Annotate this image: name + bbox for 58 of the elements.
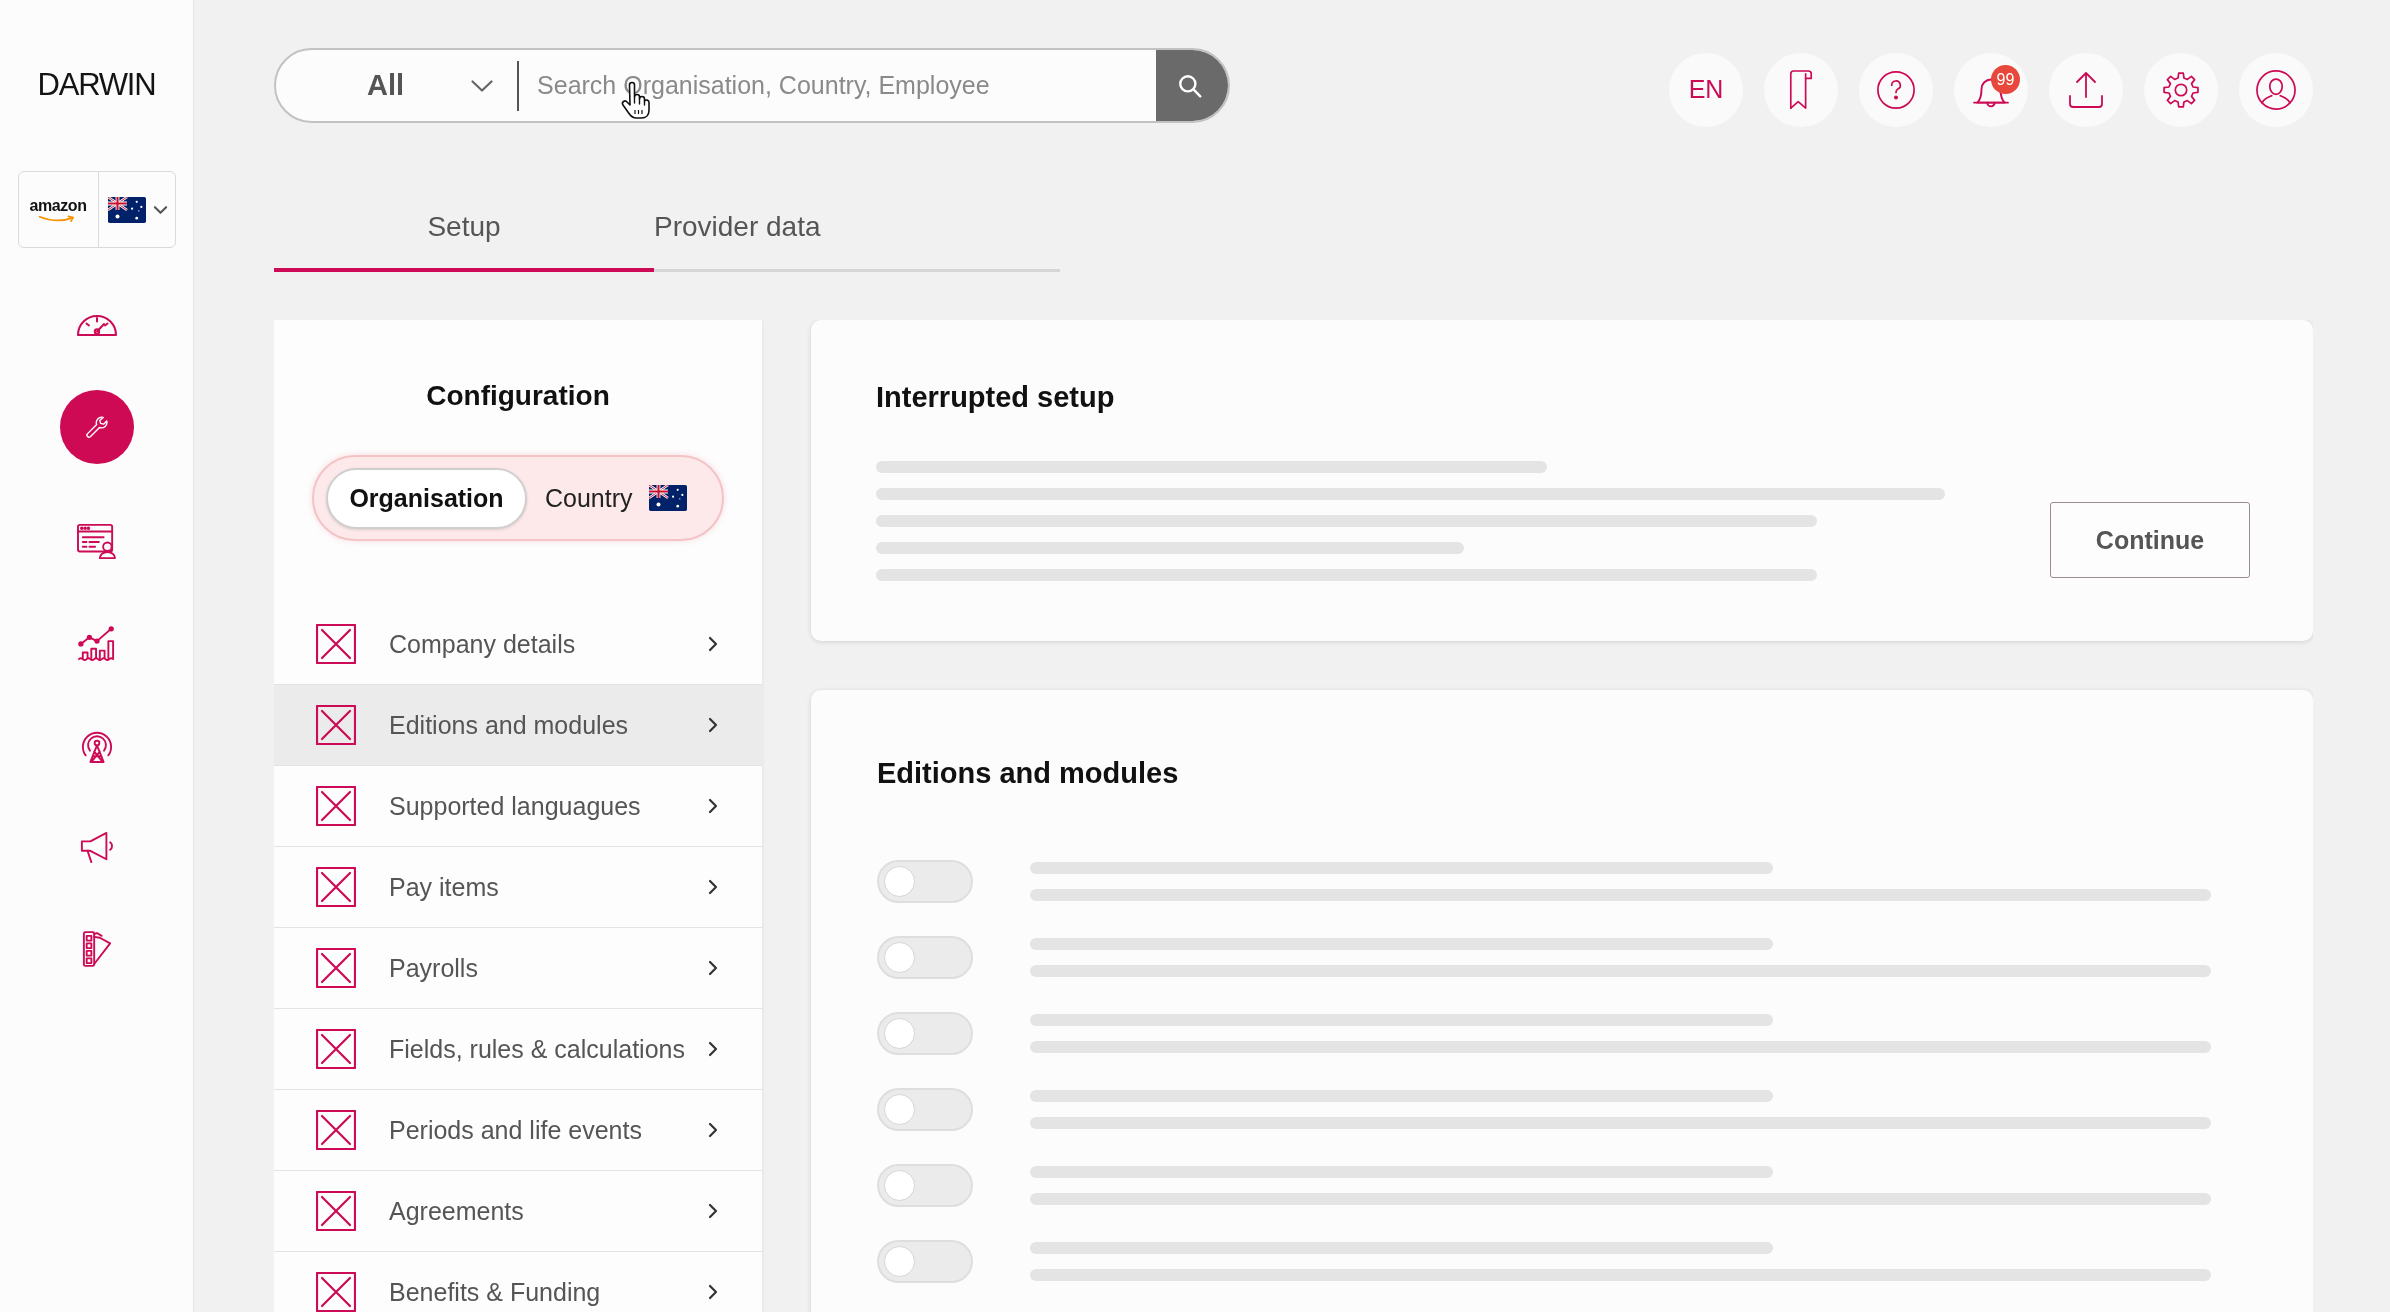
- notifications-button[interactable]: 99: [1954, 52, 2028, 127]
- search-bar[interactable]: All Search Organisation, Country, Employee: [274, 48, 1230, 123]
- config-menu-item[interactable]: Agreements: [274, 1171, 762, 1252]
- tab[interactable]: Setup: [274, 185, 654, 272]
- browser-user-icon: [76, 522, 117, 560]
- config-menu-item[interactable]: Fields, rules & calculations: [274, 1009, 762, 1090]
- toggle-switch[interactable]: [877, 860, 973, 903]
- chevron-right-icon: [708, 1041, 718, 1057]
- gauge-icon: [75, 313, 118, 337]
- user-icon: [2256, 69, 2296, 110]
- bookmark-icon: [1788, 69, 1814, 110]
- tab[interactable]: Provider data: [654, 185, 821, 272]
- organisation-picker[interactable]: amazon: [17, 171, 176, 248]
- flag-icon: [648, 485, 687, 511]
- settings-icon: [2162, 70, 2200, 109]
- language-button[interactable]: EN: [1669, 52, 1743, 127]
- config-menu-item[interactable]: Company details: [274, 604, 762, 685]
- config-menu-item[interactable]: Editions and modules: [274, 685, 762, 766]
- panel-title: Configuration: [425, 379, 611, 413]
- scope-option[interactable]: Country: [527, 467, 705, 529]
- card-title: Editions and modules: [877, 756, 1180, 791]
- chart-icon: [76, 625, 117, 661]
- search-field[interactable]: Search Organisation, Country, Employee: [537, 50, 1156, 121]
- chevron-right-icon: [708, 717, 718, 733]
- chevron-down-icon: [471, 79, 494, 92]
- help-icon: [1876, 69, 1916, 110]
- config-menu-item[interactable]: Supported languagues: [274, 766, 762, 847]
- toggle-switch[interactable]: [877, 1164, 973, 1207]
- company-logo: amazon: [18, 197, 98, 222]
- config-menu-item[interactable]: Payrolls: [274, 928, 762, 1009]
- continue-button[interactable]: Continue: [2050, 502, 2250, 578]
- chevron-right-icon: [708, 1203, 718, 1219]
- card-title: Interrupted setup: [876, 380, 1116, 415]
- chevron-right-icon: [708, 798, 718, 814]
- config-menu-item[interactable]: Periods and life events: [274, 1090, 762, 1171]
- search-icon: [1177, 72, 1203, 99]
- chevron-right-icon: [708, 960, 718, 976]
- toggle-switch[interactable]: [877, 936, 973, 979]
- wrench-icon: [85, 416, 108, 438]
- notification-badge: 99: [1991, 64, 2020, 94]
- app-logo: DARWIN: [37, 70, 156, 100]
- chevron-down-icon: [153, 204, 168, 215]
- chevron-right-icon: [708, 879, 718, 895]
- chevron-right-icon: [708, 636, 718, 652]
- megaphone-icon: [80, 830, 113, 864]
- chevron-right-icon: [708, 1284, 718, 1300]
- chevron-right-icon: [708, 1122, 718, 1138]
- toggle-switch[interactable]: [877, 1012, 973, 1055]
- toggle-switch[interactable]: [877, 1088, 973, 1131]
- config-menu-item[interactable]: Benefits & Funding: [274, 1252, 762, 1312]
- scope-dropdown[interactable]: All: [276, 50, 494, 121]
- config-menu-item[interactable]: Pay items: [274, 847, 762, 928]
- flag-icon: [108, 196, 146, 223]
- scope-option[interactable]: Organisation: [326, 467, 527, 529]
- toggle-switch[interactable]: [877, 1240, 973, 1283]
- upload-icon: [2068, 70, 2104, 109]
- swatch-fan-icon: [81, 930, 112, 968]
- search-button[interactable]: [1156, 50, 1228, 121]
